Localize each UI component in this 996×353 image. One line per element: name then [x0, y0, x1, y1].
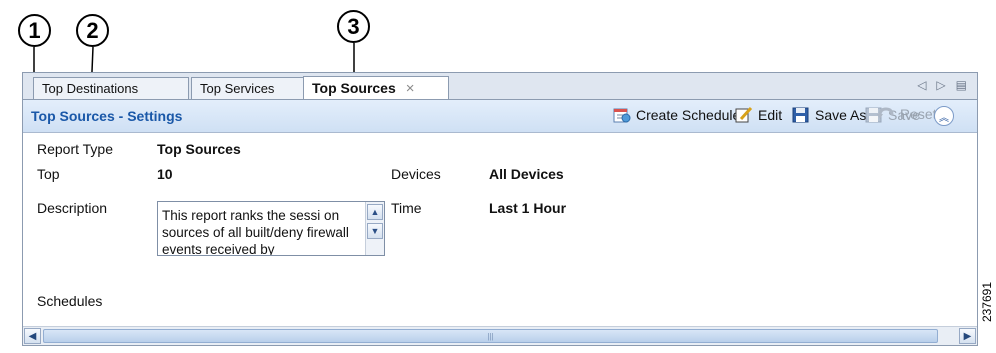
reset-button[interactable]: Reset: [877, 106, 937, 122]
tab-top-sources[interactable]: Top Sources ×: [303, 76, 449, 99]
horizontal-scrollbar[interactable]: ◀ ||| ▶: [23, 326, 977, 345]
scrollbar-thumb[interactable]: |||: [43, 329, 938, 343]
undo-icon: [877, 107, 894, 119]
scroll-right-icon[interactable]: ▷: [936, 78, 945, 92]
settings-header: Top Sources - Settings Create Schedule E…: [23, 100, 977, 133]
description-text: This report ranks the sessi on sources o…: [162, 208, 349, 256]
close-icon[interactable]: ×: [406, 80, 415, 97]
tab-label: Top Services: [200, 81, 275, 96]
callout-2: 2: [76, 14, 109, 47]
description-textarea[interactable]: This report ranks the sessi on sources o…: [157, 201, 385, 256]
scroll-up-icon[interactable]: ▲: [367, 204, 383, 220]
tab-top-destinations[interactable]: Top Destinations: [33, 77, 189, 99]
settings-body: Report Type Top Sources Top 10 Devices A…: [23, 133, 977, 345]
chevron-up-icon: ︽: [939, 112, 949, 124]
scroll-right-arrow-icon[interactable]: ▶: [959, 328, 976, 344]
collapse-button[interactable]: ︽: [934, 106, 954, 126]
save-as-button[interactable]: Save As: [792, 107, 866, 123]
callout-3: 3: [337, 10, 370, 43]
create-schedule-button[interactable]: Create Schedule: [613, 107, 740, 123]
tab-top-services[interactable]: Top Services: [191, 77, 307, 99]
report-panel: Top Destinations Top Services Top Source…: [22, 72, 978, 346]
tab-label: Top Destinations: [42, 81, 139, 96]
scroll-left-icon[interactable]: ◁: [917, 78, 926, 92]
reset-label: Reset: [900, 106, 937, 122]
create-schedule-label: Create Schedule: [636, 107, 741, 123]
page-title: Top Sources - Settings: [31, 108, 183, 124]
save-as-label: Save As: [815, 107, 867, 123]
callout-1: 1: [18, 14, 51, 47]
report-type-label: Report Type: [37, 141, 114, 157]
figure-id: 237691: [980, 282, 994, 323]
description-label: Description: [37, 200, 108, 216]
tab-bar: Top Destinations Top Services Top Source…: [23, 73, 977, 100]
top-label: Top: [37, 166, 60, 182]
description-scrollbar[interactable]: ▲ ▼: [365, 202, 384, 255]
devices-label: Devices: [391, 166, 441, 182]
time-label: Time: [391, 200, 422, 216]
edit-label: Edit: [758, 107, 783, 123]
scroll-left-arrow-icon[interactable]: ◀: [24, 328, 41, 344]
tab-label: Top Sources: [312, 80, 396, 96]
top-value: 10: [157, 166, 173, 182]
calendar-icon: [613, 108, 631, 123]
tab-navigation: ◁ ▷ ▤: [917, 78, 967, 92]
floppy-disk-icon: [792, 107, 809, 123]
schedules-label: Schedules: [37, 293, 103, 309]
tab-list-icon[interactable]: ▤: [956, 78, 967, 92]
report-type-value: Top Sources: [157, 141, 241, 157]
edit-icon: [735, 107, 753, 123]
scroll-down-icon[interactable]: ▼: [367, 223, 383, 239]
edit-button[interactable]: Edit: [735, 107, 782, 123]
devices-value: All Devices: [489, 166, 564, 182]
time-value: Last 1 Hour: [489, 200, 567, 216]
